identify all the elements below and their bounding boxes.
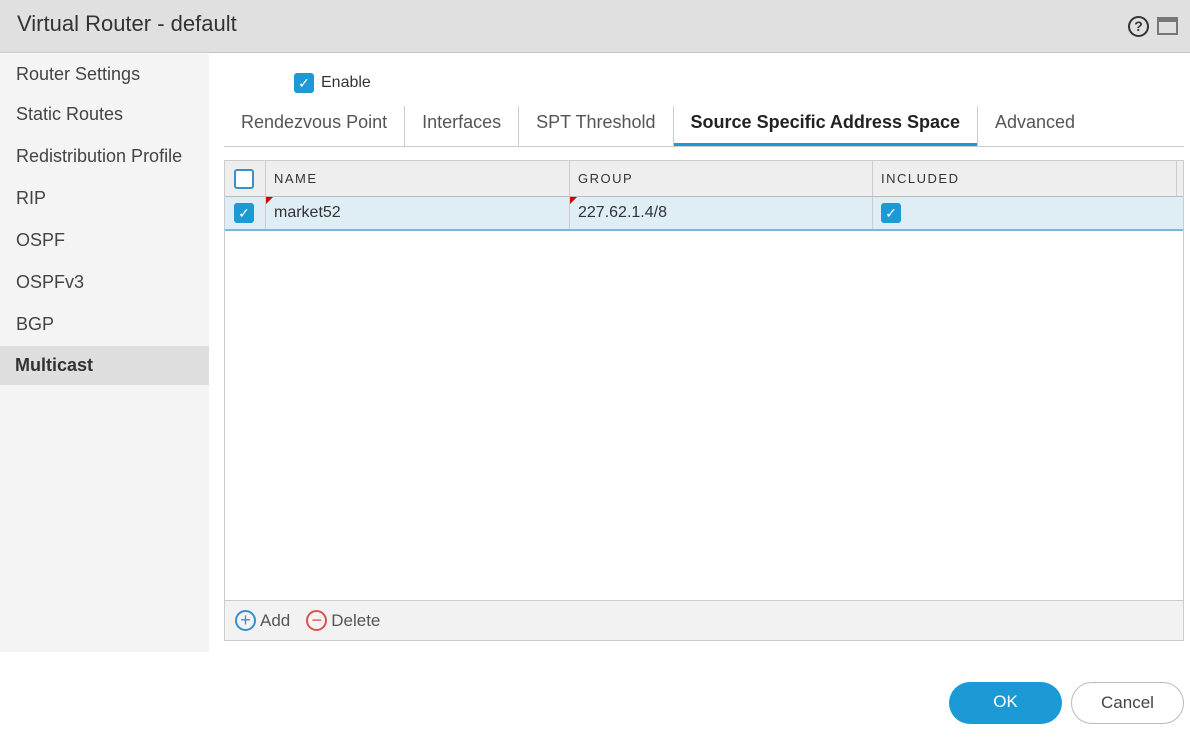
help-icon[interactable]: ? [1128, 16, 1149, 37]
modified-flag [570, 197, 577, 204]
select-all-checkbox[interactable] [225, 161, 266, 196]
plus-icon: + [235, 610, 256, 631]
ok-button[interactable]: OK [949, 682, 1062, 724]
row-group: 227.62.1.4/8 [578, 204, 667, 221]
sidebar-item-ospf[interactable]: OSPF [0, 220, 209, 262]
column-name[interactable]: NAME [266, 161, 570, 196]
sidebar: Router Settings Static Routes Redistribu… [0, 54, 209, 652]
dialog-title: Virtual Router - default [17, 11, 237, 36]
table-header: NAME GROUP INCLUDED [225, 161, 1183, 197]
dialog-header: Virtual Router - default ? [0, 0, 1190, 53]
add-button[interactable]: + Add [235, 610, 290, 631]
group-cell: 227.62.1.4/8 [570, 197, 873, 229]
delete-label: Delete [331, 610, 381, 630]
tab-source-specific-address-space[interactable]: Source Specific Address Space [673, 106, 977, 146]
delete-button[interactable]: − Delete [306, 610, 380, 631]
sidebar-item-static-routes[interactable]: Static Routes [0, 94, 209, 136]
minus-icon: − [306, 610, 328, 631]
tab-spt-threshold[interactable]: SPT Threshold [519, 106, 674, 146]
tab-rendezvous-point[interactable]: Rendezvous Point [224, 106, 406, 146]
cancel-button[interactable]: Cancel [1071, 682, 1184, 724]
sidebar-item-rip[interactable]: RIP [0, 178, 209, 220]
modified-flag [266, 197, 273, 204]
row-select-checkbox[interactable]: ✓ [225, 197, 266, 229]
address-space-table: NAME GROUP INCLUDED ✓ market52 227.62.1.… [224, 160, 1184, 641]
table-row[interactable]: ✓ market52 227.62.1.4/8 ✓ [225, 197, 1183, 231]
check-icon: ✓ [294, 73, 314, 93]
check-icon: ✓ [234, 203, 254, 223]
name-cell: market52 [266, 197, 570, 229]
sidebar-item-bgp[interactable]: BGP [0, 304, 209, 346]
tab-advanced[interactable]: Advanced [977, 106, 1092, 146]
tab-interfaces[interactable]: Interfaces [405, 106, 520, 146]
included-checkbox[interactable]: ✓ [881, 203, 901, 223]
enable-label: Enable [321, 74, 371, 91]
sidebar-item-redistribution-profile[interactable]: Redistribution Profile [0, 136, 209, 178]
row-name[interactable]: market52 [274, 204, 341, 222]
maximize-icon[interactable] [1157, 17, 1178, 35]
tab-bar: Rendezvous Point Interfaces SPT Threshol… [224, 106, 1184, 147]
enable-checkbox[interactable]: ✓ Enable [294, 73, 371, 93]
sidebar-item-router-settings[interactable]: Router Settings [0, 54, 209, 94]
column-included[interactable]: INCLUDED [873, 161, 1177, 196]
add-label: Add [260, 610, 291, 630]
sidebar-item-multicast[interactable]: Multicast [0, 346, 209, 385]
sidebar-item-ospfv3[interactable]: OSPFv3 [0, 262, 209, 304]
included-cell: ✓ [873, 197, 1177, 229]
column-group[interactable]: GROUP [570, 161, 873, 196]
table-footer: + Add − Delete [225, 600, 1183, 640]
